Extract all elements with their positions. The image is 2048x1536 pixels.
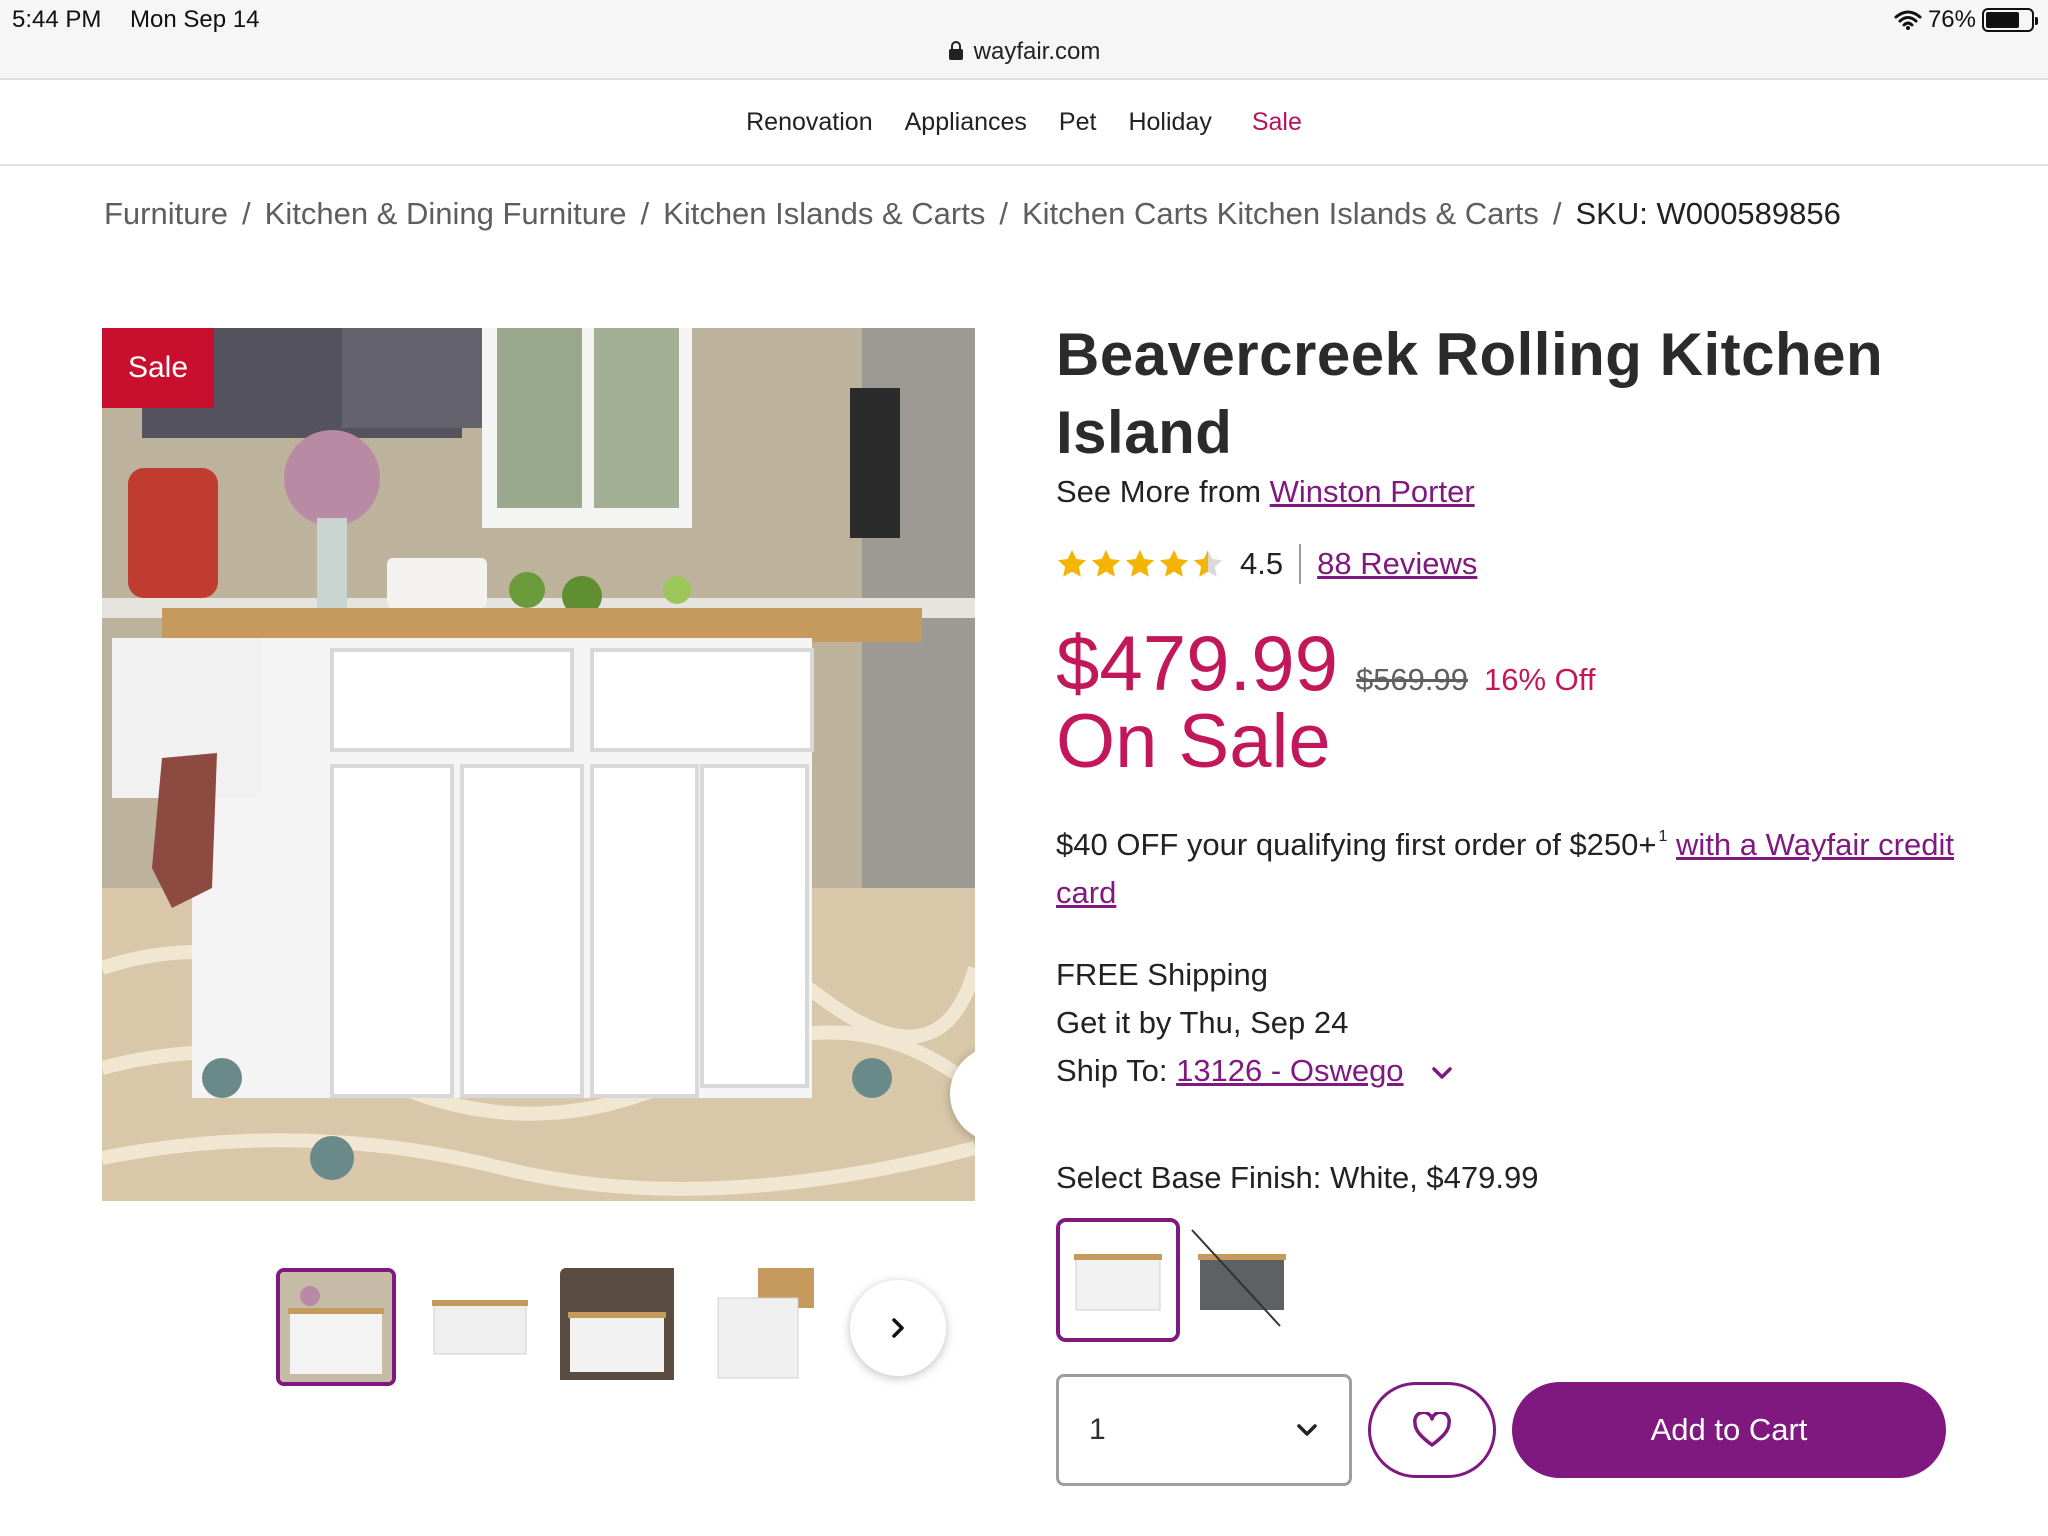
battery-icon: [1982, 8, 2038, 32]
free-shipping: FREE Shipping: [1056, 957, 1268, 992]
nav-item-sale[interactable]: Sale: [1252, 108, 1302, 137]
star-icon: [1092, 550, 1120, 577]
nav-item-pet[interactable]: Pet: [1059, 108, 1097, 137]
breadcrumb-item-kitchen-carts[interactable]: Kitchen Carts Kitchen Islands & Carts: [1022, 196, 1539, 232]
star-icon: [1194, 550, 1222, 577]
lock-icon: [948, 41, 963, 60]
star-icon: [1126, 550, 1154, 577]
sale-tag: Sale: [102, 328, 214, 408]
see-more-from: See More from Winston Porter: [1056, 474, 1956, 510]
ship-to-zip-link[interactable]: 13126 - Oswego: [1176, 1053, 1403, 1088]
discount-label: 16% Off: [1484, 662, 1596, 697]
chevron-down-icon: [1297, 1424, 1317, 1436]
heart-icon: [1413, 1412, 1451, 1447]
thumbnail-strip: [276, 1268, 976, 1388]
favorite-button[interactable]: [1368, 1382, 1496, 1478]
breadcrumb-separator: /: [242, 196, 251, 231]
nav-item-appliances[interactable]: Appliances: [905, 108, 1027, 137]
thumbnail-1[interactable]: [276, 1268, 396, 1386]
product-main-image[interactable]: Sale: [102, 328, 975, 1201]
rating-divider: [1299, 544, 1302, 584]
chevron-right-icon: [892, 1318, 904, 1338]
chevron-down-icon[interactable]: [1430, 1065, 1454, 1081]
status-time: 5:44 PM: [12, 6, 102, 33]
promo-offer: $40 OFF your qualifying first order of $…: [1056, 827, 1657, 862]
star-rating: [1056, 548, 1224, 580]
quantity-value: 1: [1089, 1413, 1106, 1446]
promo-text: $40 OFF your qualifying first order of $…: [1056, 813, 1956, 917]
breadcrumb-item-furniture[interactable]: Furniture: [104, 196, 228, 232]
breadcrumb-separator: /: [640, 196, 650, 231]
thumbnail-image: [708, 1268, 814, 1380]
add-to-cart-button[interactable]: Add to Cart: [1512, 1382, 1946, 1478]
top-nav: Renovation Appliances Pet Holiday Sale: [0, 80, 2048, 166]
ship-to-row: Ship To: 13126 - Oswego: [1056, 1047, 1956, 1095]
quantity-select[interactable]: 1: [1056, 1374, 1352, 1486]
delivery-date: Get it by Thu, Sep 24: [1056, 1005, 1349, 1040]
thumbnail-next-button[interactable]: [850, 1280, 946, 1376]
status-bar: 5:44 PM Mon Sep 14 wayfair.com 76%: [0, 0, 2048, 80]
breadcrumb-item-kitchen-dining[interactable]: Kitchen & Dining Furniture: [265, 196, 627, 232]
finish-swatch-white[interactable]: [1056, 1218, 1180, 1342]
wifi-icon: [1894, 10, 1922, 30]
status-date: Mon Sep 14: [130, 6, 260, 33]
thumbnail-2[interactable]: [420, 1268, 540, 1386]
shipping-info: FREE Shipping Get it by Thu, Sep 24 Ship…: [1056, 951, 1956, 1095]
promo-footnote: 1: [1658, 828, 1668, 845]
swatch-image: [1060, 1222, 1176, 1338]
ship-to-label: Ship To:: [1056, 1053, 1168, 1088]
battery-percent: 76%: [1927, 6, 1976, 33]
breadcrumb-separator: /: [1552, 196, 1562, 231]
breadcrumb-item-kitchen-islands[interactable]: Kitchen Islands & Carts: [663, 196, 985, 232]
finish-swatch-gray[interactable]: [1180, 1218, 1304, 1342]
swatch-image: [1180, 1218, 1304, 1342]
rating-row: 4.5 88 Reviews: [1056, 544, 1956, 584]
on-sale-label: On Sale: [1056, 699, 1331, 784]
thumbnail-3[interactable]: [560, 1268, 680, 1386]
star-icon: [1160, 550, 1188, 577]
sale-price: $479.99: [1056, 619, 1338, 707]
url-text: wayfair.com: [973, 38, 1101, 65]
star-icon: [1058, 550, 1086, 577]
price-row: $479.99 $569.99 16% Off: [1056, 618, 1956, 709]
see-more-label: See More from: [1056, 474, 1262, 509]
original-price: $569.99: [1355, 662, 1469, 697]
product-title: Beavercreek Rolling Kitchen Island: [1056, 321, 1884, 466]
rating-value: 4.5: [1240, 546, 1284, 581]
reviews-link[interactable]: 88 Reviews: [1317, 546, 1477, 582]
nav-item-renovation[interactable]: Renovation: [746, 108, 872, 137]
brand-link[interactable]: Winston Porter: [1270, 474, 1475, 509]
address-bar[interactable]: wayfair.com: [0, 38, 2048, 66]
finish-label: Select Base Finish: White, $479.99: [1056, 1160, 1539, 1195]
product-details: Beavercreek Rolling Kitchen Island See M…: [1056, 316, 1956, 1095]
thumbnail-image: [420, 1268, 540, 1386]
status-right: 76%: [1894, 6, 2038, 34]
breadcrumb-separator: /: [999, 196, 1008, 231]
thumbnail-4[interactable]: [708, 1268, 828, 1386]
breadcrumb: Furniture / Kitchen & Dining Furniture /…: [104, 196, 1841, 232]
nav-item-holiday[interactable]: Holiday: [1128, 108, 1211, 137]
thumbnail-image: [280, 1272, 392, 1382]
thumbnail-image: [560, 1268, 674, 1380]
kitchen-island-photo: [102, 328, 975, 1201]
breadcrumb-sku: SKU: W000589856: [1575, 196, 1841, 231]
